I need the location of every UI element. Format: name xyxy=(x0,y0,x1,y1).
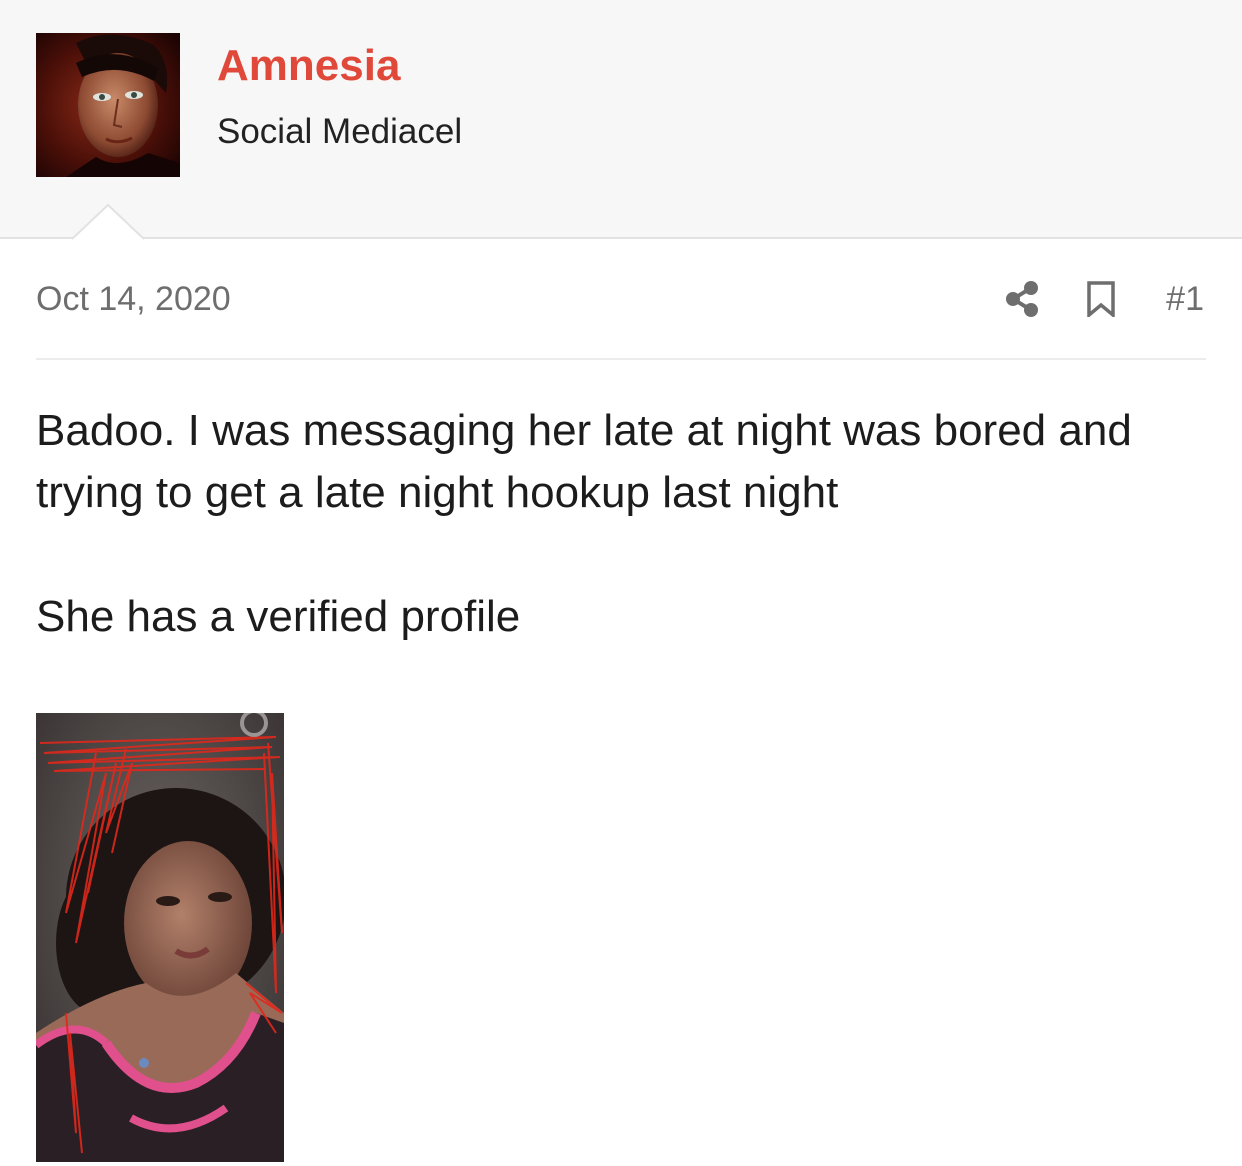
share-icon[interactable] xyxy=(1004,280,1040,318)
post-actions: #1 xyxy=(1004,278,1204,320)
post-attachment-image[interactable] xyxy=(36,713,284,1162)
username-link[interactable]: Amnesia xyxy=(217,40,400,92)
post-user-header: Amnesia Social Mediacel xyxy=(0,0,1242,241)
post-paragraph: Badoo. I was messaging her late at night… xyxy=(36,406,1132,517)
forum-post: Amnesia Social Mediacel Oct 14, 2020 #1 … xyxy=(0,0,1242,1166)
post-number-link[interactable]: #1 xyxy=(1166,279,1204,319)
header-pointer-arrow xyxy=(72,203,144,241)
user-title: Social Mediacel xyxy=(217,112,463,151)
meta-divider xyxy=(36,358,1206,360)
user-avatar[interactable] xyxy=(36,33,180,177)
post-date-link[interactable]: Oct 14, 2020 xyxy=(36,279,231,319)
post-body: Badoo. I was messaging her late at night… xyxy=(36,400,1216,648)
post-paragraph: She has a verified profile xyxy=(36,592,521,641)
bookmark-icon[interactable] xyxy=(1086,281,1116,317)
